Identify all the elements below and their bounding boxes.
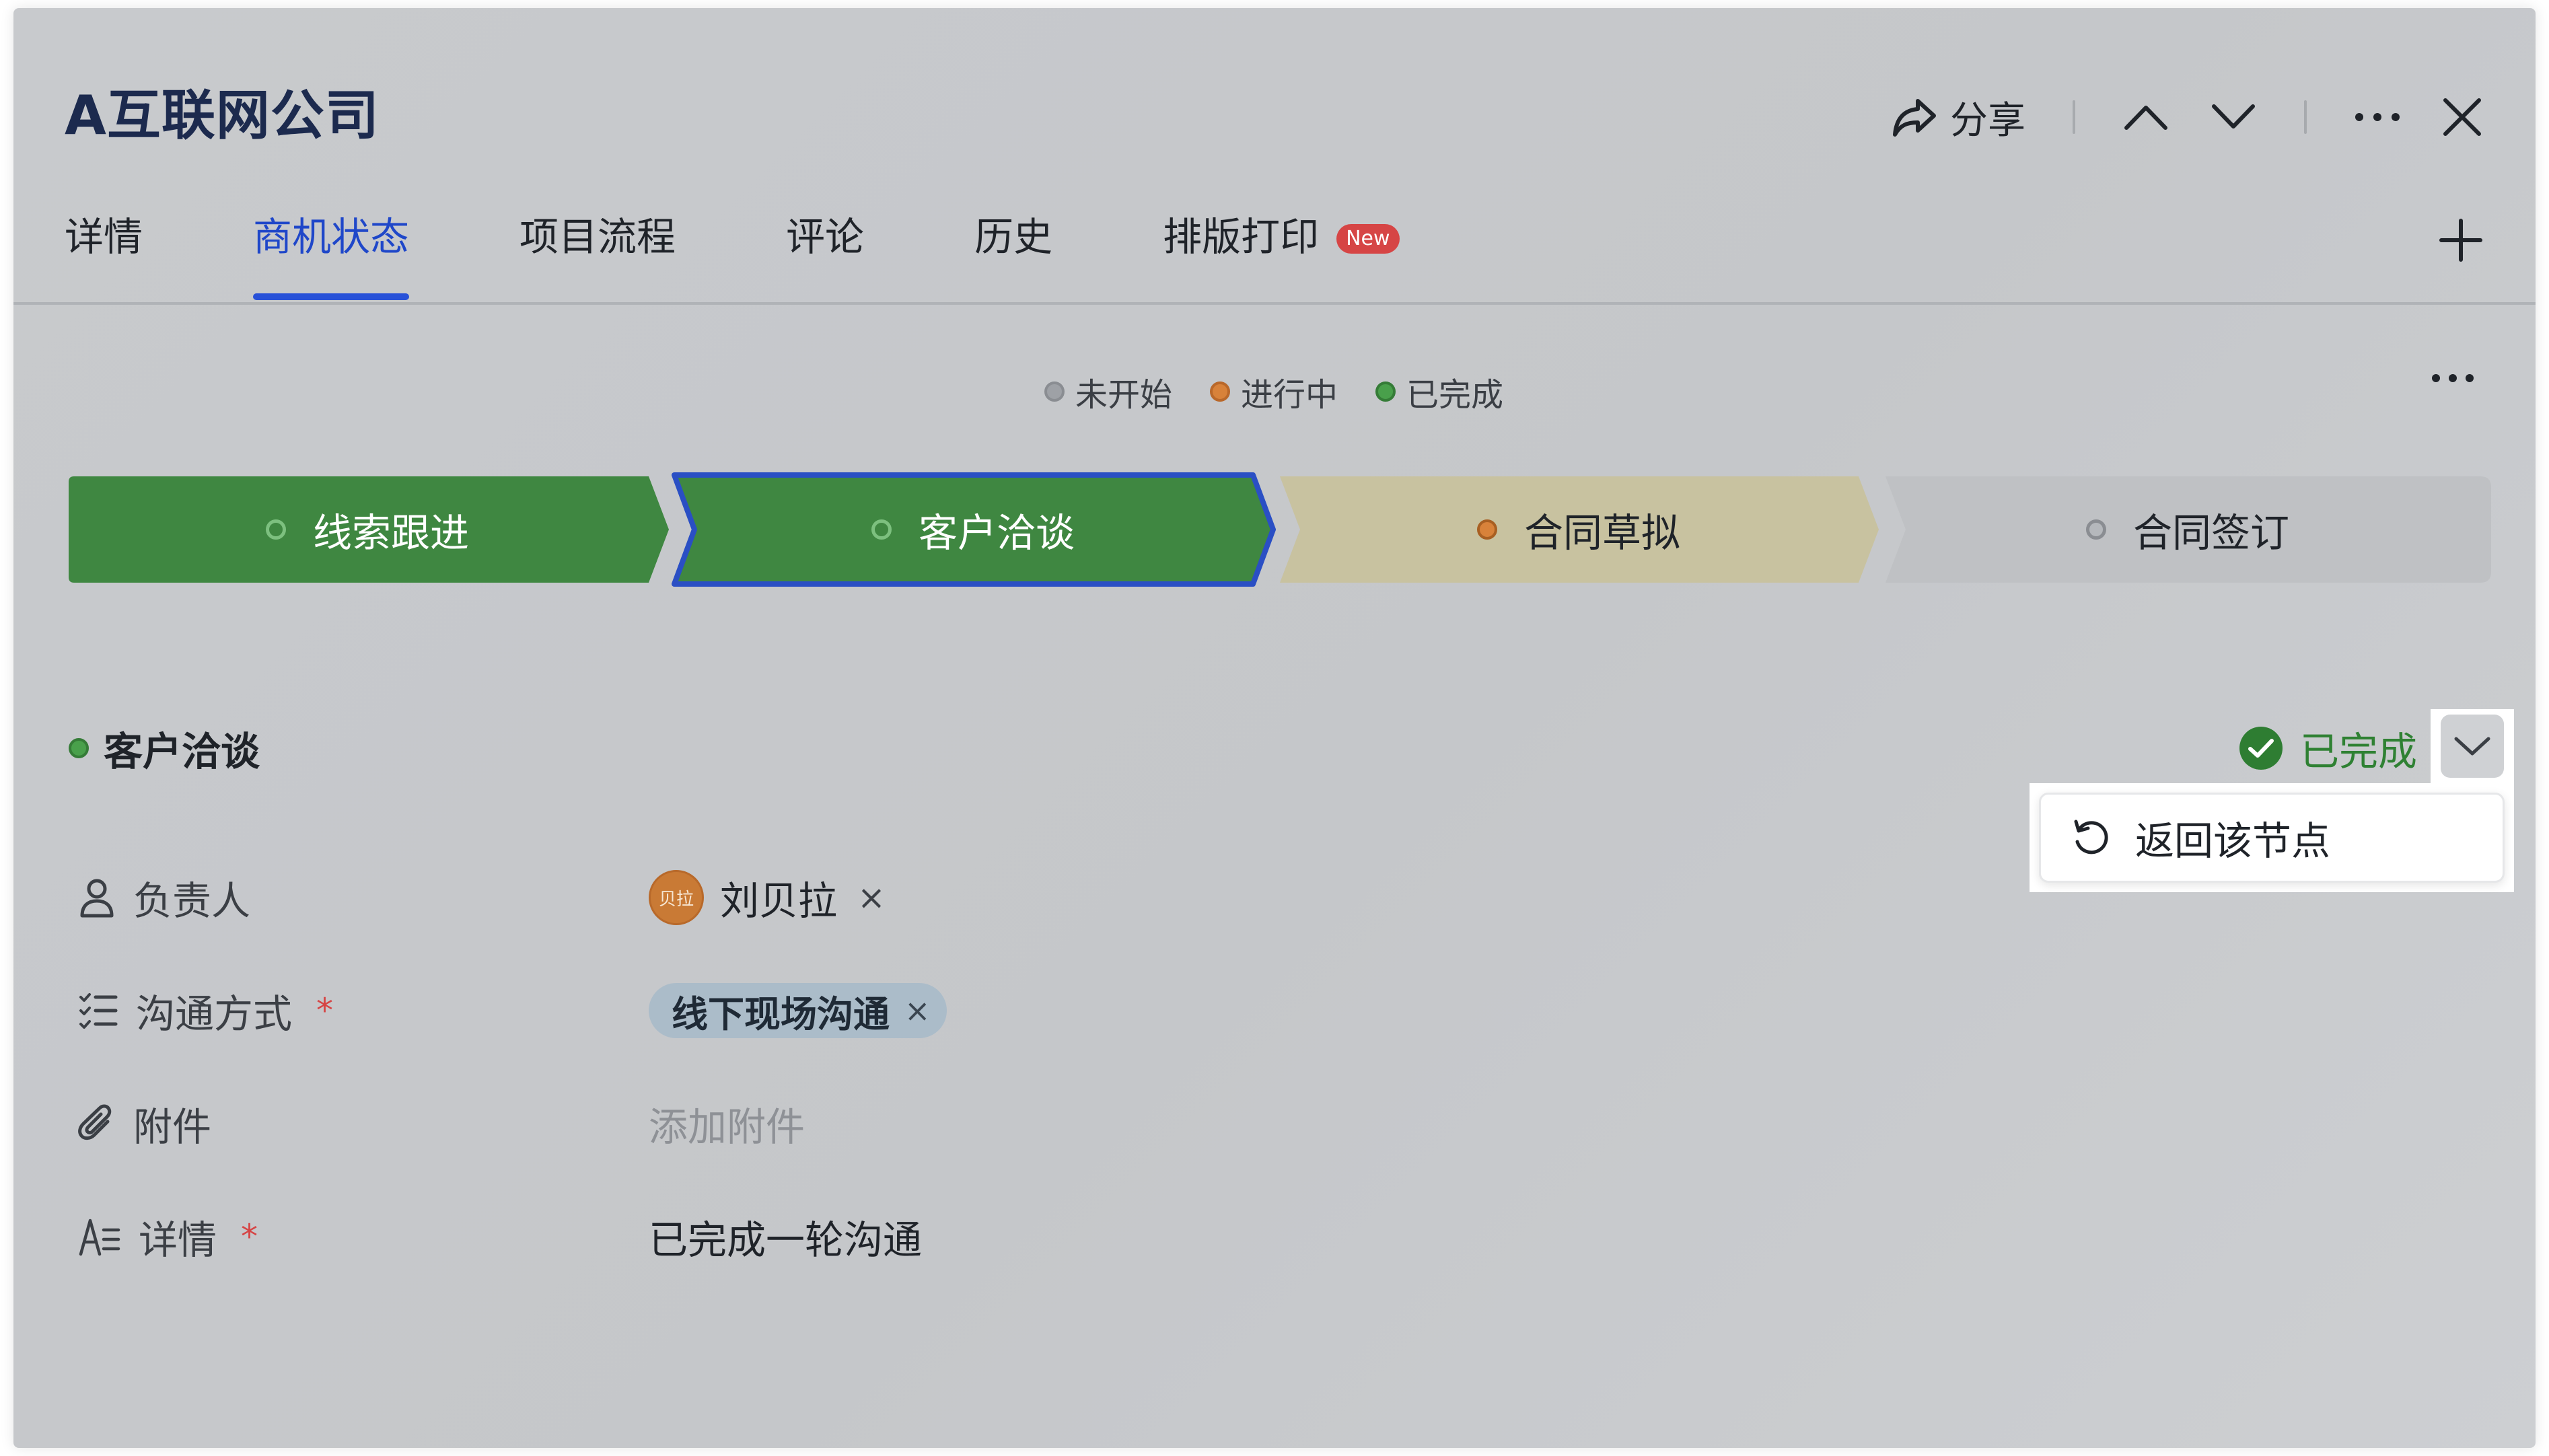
- tag-label: 线下现场沟通: [672, 992, 890, 1035]
- tab-print-layout[interactable]: 排版打印 New: [1163, 210, 1400, 264]
- legend-completed: 已完成: [1375, 368, 1503, 415]
- in-progress-dot-icon: [1476, 519, 1497, 540]
- tab-comments[interactable]: 评论: [786, 210, 864, 264]
- tab-history[interactable]: 历史: [974, 210, 1052, 264]
- dropdown-button[interactable]: [2441, 715, 2504, 778]
- stage-label: 客户洽谈: [918, 510, 1075, 556]
- required-mark: *: [241, 1217, 258, 1256]
- not-started-dot-icon: [2085, 519, 2106, 540]
- green-dot-icon: [69, 738, 89, 758]
- tab-bar: 详情 商机状态 项目流程 评论 历史 排版打印 New: [65, 210, 1510, 311]
- divider: [2073, 100, 2075, 134]
- page-title: A互联网公司: [65, 84, 380, 147]
- menu-item-return-to-node[interactable]: 返回该节点: [2039, 793, 2505, 883]
- field-communication: 沟通方式 *: [78, 977, 333, 1044]
- communication-tag: 线下现场沟通 ×: [649, 983, 947, 1038]
- checklist-icon: [79, 993, 118, 1029]
- close-icon[interactable]: [2441, 96, 2483, 138]
- legend-in-progress: 进行中: [1210, 368, 1338, 415]
- stage-lead-followup[interactable]: 线索跟进: [65, 472, 670, 587]
- avatar: 贝拉: [649, 870, 704, 925]
- tab-label: 商机状态: [253, 214, 410, 260]
- tab-label: 评论: [786, 214, 865, 260]
- user-icon: [80, 879, 114, 918]
- legend-label: 进行中: [1241, 376, 1338, 414]
- stage-label: 线索跟进: [312, 510, 469, 556]
- remove-owner-icon[interactable]: ×: [857, 878, 886, 917]
- completed-dot-icon: [871, 519, 892, 540]
- section-title: 客户洽谈: [69, 720, 260, 776]
- undo-icon: [2074, 820, 2108, 854]
- stage-label: 合同草拟: [1523, 510, 1680, 556]
- field-label: 沟通方式 *: [78, 982, 333, 1039]
- field-label: 附件: [78, 1095, 211, 1152]
- field-attachment: 附件: [78, 1090, 211, 1157]
- owner-name: 刘贝拉: [720, 878, 838, 924]
- status-dropdown-toggle[interactable]: [2431, 709, 2514, 783]
- green-dot-icon: [1375, 381, 1396, 402]
- share-button[interactable]: 分享: [1891, 90, 2025, 145]
- legend-not-started: 未开始: [1044, 368, 1172, 415]
- add-attachment-button[interactable]: 添加附件: [649, 1090, 805, 1157]
- tab-project-flow[interactable]: 项目流程: [519, 210, 676, 264]
- stage-customer-negotiation[interactable]: 客户洽谈: [670, 472, 1276, 587]
- field-label: 负责人: [78, 869, 250, 926]
- divider: [2304, 100, 2307, 134]
- details-value[interactable]: 已完成一轮沟通: [649, 1203, 922, 1270]
- stage-more-icon[interactable]: [2431, 371, 2475, 388]
- header-actions: 分享: [1891, 83, 2483, 151]
- stage-label: 合同签订: [2132, 510, 2289, 556]
- tab-details[interactable]: 详情: [65, 210, 143, 264]
- paperclip-icon: [78, 1104, 112, 1140]
- stage-progress-bar: 线索跟进 客户洽谈 合同草拟 合同签订: [65, 472, 2501, 587]
- status-dropdown-menu: 返回该节点: [2030, 783, 2514, 892]
- tab-divider: [13, 302, 2536, 305]
- tab-label: 历史: [974, 214, 1053, 260]
- share-label: 分享: [1950, 98, 2025, 143]
- remove-tag-icon[interactable]: ×: [904, 992, 931, 1029]
- status-label: 已完成: [2300, 729, 2418, 774]
- tab-label: 排版打印: [1163, 214, 1320, 260]
- menu-item-label: 返回该节点: [2135, 818, 2331, 864]
- legend-label: 未开始: [1075, 376, 1173, 414]
- stage-contract-signing[interactable]: 合同签订: [1881, 472, 2494, 587]
- chevron-down-icon[interactable]: [2210, 102, 2257, 132]
- chevron-down-icon: [2454, 737, 2490, 756]
- record-detail-window: A互联网公司 分享 详情 商机状态 项目流程 评论 历史 排版打印 New 未开…: [13, 8, 2536, 1448]
- field-label-text: 沟通方式: [136, 991, 293, 1037]
- status-completed[interactable]: 已完成: [2239, 720, 2417, 776]
- tab-label: 详情: [65, 214, 143, 260]
- grey-dot-icon: [1044, 381, 1065, 402]
- new-badge: New: [1336, 224, 1400, 254]
- completed-dot-icon: [265, 519, 286, 540]
- tab-opportunity-status[interactable]: 商机状态: [253, 210, 410, 300]
- check-circle-icon: [2239, 727, 2283, 770]
- share-icon: [1891, 96, 1938, 139]
- field-label-text: 负责人: [133, 878, 251, 924]
- status-legend: 未开始 进行中 已完成: [1044, 365, 1503, 418]
- add-tab-icon[interactable]: [2439, 218, 2483, 265]
- required-mark: *: [316, 991, 334, 1030]
- field-label-text: 详情: [139, 1217, 217, 1263]
- communication-value[interactable]: 线下现场沟通 ×: [649, 977, 947, 1044]
- legend-label: 已完成: [1406, 376, 1504, 414]
- section-title-text: 客户洽谈: [104, 729, 260, 774]
- field-owner: 负责人: [78, 864, 250, 931]
- chevron-up-icon[interactable]: [2122, 102, 2169, 132]
- stage-contract-draft[interactable]: 合同草拟: [1276, 472, 1881, 587]
- tab-label: 项目流程: [519, 214, 676, 260]
- more-icon[interactable]: [2354, 110, 2401, 124]
- orange-dot-icon: [1210, 381, 1231, 402]
- field-label: 详情 *: [78, 1208, 258, 1265]
- field-label-text: 附件: [133, 1104, 212, 1150]
- text-format-icon: [79, 1218, 120, 1256]
- owner-value[interactable]: 贝拉 刘贝拉 ×: [649, 864, 886, 931]
- field-details: 详情 *: [78, 1203, 258, 1270]
